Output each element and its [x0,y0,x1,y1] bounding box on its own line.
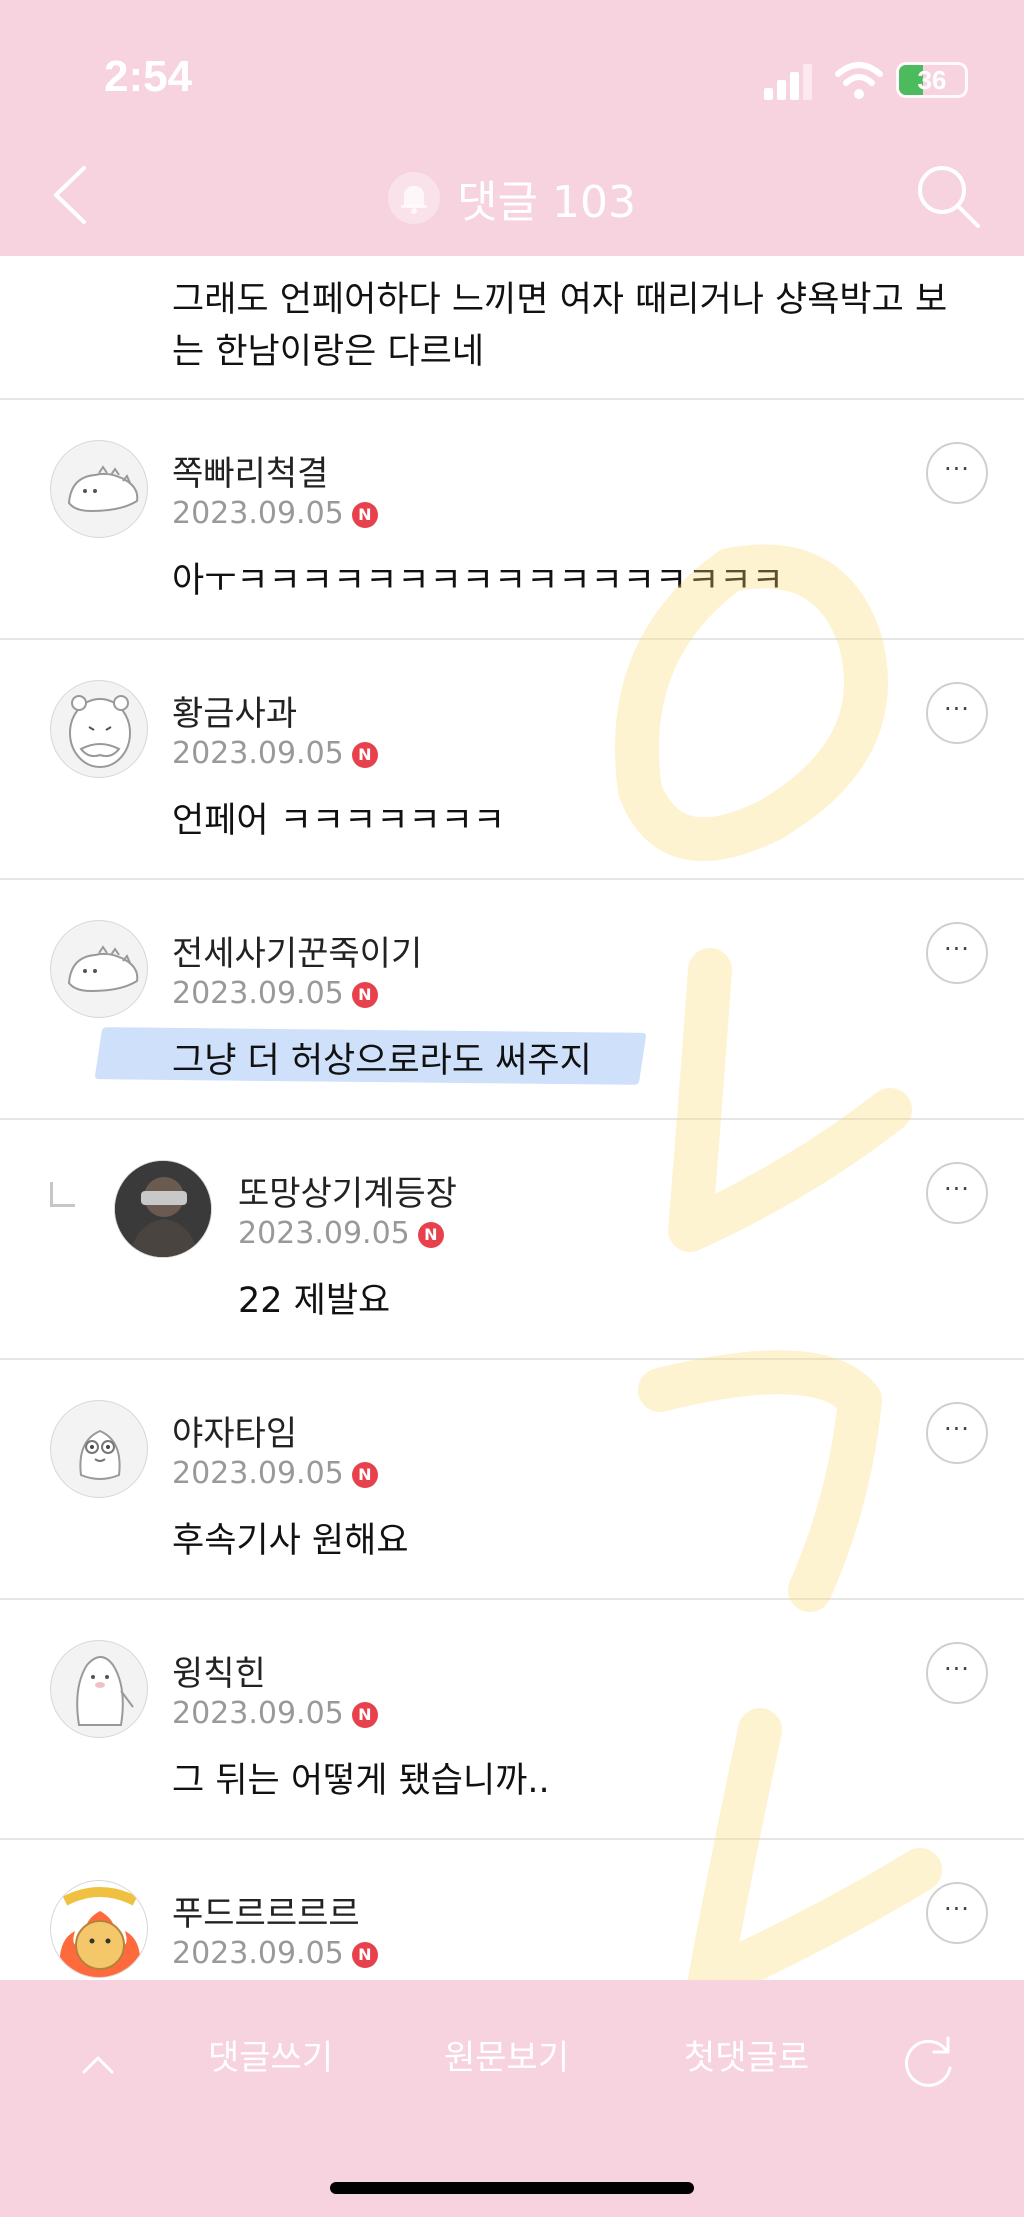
comment-author[interactable]: 윙칙힌 [172,1646,266,1695]
scroll-up-icon[interactable] [78,2044,118,2084]
comment-author[interactable]: 쪽빠리척결 [172,446,328,495]
battery-level: 36 [917,65,947,95]
comment-item: 쪽빠리척결 2023.09.05 N ··· 아ㅜㅋㅋㅋㅋㅋㅋㅋㅋㅋㅋㅋㅋㅋㅋㅋㅋ… [0,400,1024,640]
new-badge: N [351,982,378,1008]
first-comment-button[interactable]: 첫댓글로 [684,2030,809,2079]
comment-date: 2023.09.05 [172,736,344,771]
home-indicator[interactable] [330,2182,694,2194]
new-badge: N [351,1942,378,1968]
status-bar: 2:54 36 [0,0,1024,130]
more-options-button[interactable]: ··· [926,1642,988,1704]
comment-date: 2023.09.05 [238,1216,410,1251]
comment-text: 아ㅜㅋㅋㅋㅋㅋㅋㅋㅋㅋㅋㅋㅋㅋㅋㅋㅋㅋ [172,561,784,601]
avatar[interactable] [50,680,148,778]
comment-author[interactable]: 황금사과 [172,686,297,735]
avatar[interactable] [50,920,148,1018]
status-time: 2:54 [104,52,193,101]
comment-author[interactable]: 야자타임 [172,1406,297,1455]
avatar[interactable] [50,440,148,538]
reply-indicator-icon [50,1182,75,1207]
comment-meta: 2023.09.05 N [238,1216,444,1251]
comment-meta: 2023.09.05 N [172,976,378,1011]
comment-item: 윙칙힌 2023.09.05 N ··· 그 뒤는 어떻게 됐습니까.. [0,1600,1024,1840]
refresh-icon[interactable] [896,2030,960,2094]
comment-text: 그냥 더 허상으로라도 써주지 [172,1041,592,1081]
comment-author[interactable]: 전세사기꾼죽이기 [172,926,422,975]
search-icon[interactable] [912,160,984,232]
avatar[interactable] [50,1640,148,1738]
more-options-button[interactable]: ··· [926,1402,988,1464]
avatar[interactable] [50,1880,148,1978]
comment-text: 22 제발요 [238,1281,391,1321]
comment-date: 2023.09.05 [172,1696,344,1731]
avatar[interactable] [114,1160,212,1258]
more-options-button[interactable]: ··· [926,682,988,744]
comment-date: 2023.09.05 [172,496,344,531]
new-badge: N [417,1222,444,1248]
comment-item: 전세사기꾼죽이기 2023.09.05 N ··· 그냥 더 허상으로라도 써주지 [0,880,1024,1120]
page-title: 댓글 103 [457,177,637,228]
more-options-button[interactable]: ··· [926,1882,988,1944]
bell-icon[interactable] [387,172,440,224]
wifi-icon [835,62,883,99]
comment-date: 2023.09.05 [172,976,344,1011]
more-options-button[interactable]: ··· [926,922,988,984]
view-original-button[interactable]: 원문보기 [444,2030,569,2079]
more-options-button[interactable]: ··· [926,442,988,504]
comment-author[interactable]: 또망상기계등장 [238,1166,457,1215]
comment-text: 언페어 ㅋㅋㅋㅋㅋㅋㅋ [172,801,506,841]
new-badge: N [351,502,378,528]
battery-icon: 36 [896,62,968,98]
comment-item: 야자타임 2023.09.05 N ··· 후속기사 원해요 [0,1360,1024,1600]
reply-item: 또망상기계등장 2023.09.05 N ··· 22 제발요 [0,1120,1024,1360]
header-title-group: 댓글 103 [0,166,1024,230]
header: 댓글 103 [0,130,1024,256]
comment-meta: 2023.09.05 N [172,1456,378,1491]
comment-item: 푸드르르르르 2023.09.05 N ··· [0,1840,1024,1980]
comment-author[interactable]: 푸드르르르르 [172,1886,360,1935]
comment-text: 는 한남이랑은 다르네 [172,332,485,372]
comment-list[interactable]: 그래도 언페어하다 느끼면 여자 때리거나 샹욕박고 보 는 한남이랑은 다르네… [0,256,1024,1980]
write-comment-button[interactable]: 댓글쓰기 [208,2030,333,2079]
comment-date: 2023.09.05 [172,1936,344,1971]
comment-meta: 2023.09.05 N [172,1936,378,1971]
comment-text: 그래도 언페어하다 느끼면 여자 때리거나 샹욕박고 보 [172,280,948,320]
comment-item: 황금사과 2023.09.05 N ··· 언페어 ㅋㅋㅋㅋㅋㅋㅋ [0,640,1024,880]
new-badge: N [351,742,378,768]
more-options-button[interactable]: ··· [926,1162,988,1224]
cellular-signal-icon [764,62,812,100]
comment-item: 그래도 언페어하다 느끼면 여자 때리거나 샹욕박고 보 는 한남이랑은 다르네 [0,256,1024,400]
new-badge: N [351,1462,378,1488]
comment-meta: 2023.09.05 N [172,736,378,771]
comment-text: 그 뒤는 어떻게 됐습니까.. [172,1761,550,1801]
comment-text: 후속기사 원해요 [172,1521,409,1561]
comment-meta: 2023.09.05 N [172,496,378,531]
comment-date: 2023.09.05 [172,1456,344,1491]
comment-meta: 2023.09.05 N [172,1696,378,1731]
new-badge: N [351,1702,378,1728]
avatar[interactable] [50,1400,148,1498]
